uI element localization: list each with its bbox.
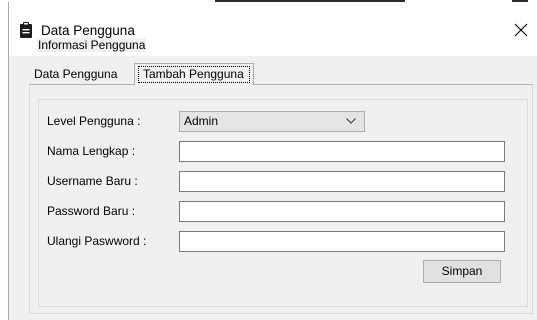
level-select[interactable]: Admin	[179, 111, 365, 132]
chevron-down-icon	[346, 118, 356, 124]
level-label: Level Pengguna :	[47, 114, 141, 128]
group-title: Informasi Pengguna	[37, 38, 147, 52]
close-icon	[514, 23, 528, 37]
close-button[interactable]	[507, 16, 535, 44]
simpan-button[interactable]: Simpan	[423, 260, 501, 283]
tab-tambah-pengguna[interactable]: Tambah Pengguna	[134, 63, 254, 85]
tab-label: Tambah Pengguna	[143, 67, 244, 81]
tab-data-pengguna[interactable]: Data Pengguna	[29, 65, 122, 85]
password-field[interactable]	[179, 201, 505, 222]
nama-lengkap-field[interactable]	[179, 141, 505, 162]
nama-label: Nama Lengkap :	[47, 144, 136, 158]
ulangi-password-label: Ulangi Paswword :	[47, 234, 147, 248]
clipboard-icon	[19, 22, 33, 38]
username-field[interactable]	[179, 171, 505, 192]
level-select-value: Admin	[184, 114, 219, 128]
username-label: Username Baru :	[47, 174, 138, 188]
dialog-window: Data Pengguna Data Pengguna Tambah Pengg…	[8, 2, 537, 320]
ulangi-password-field[interactable]	[179, 231, 505, 252]
password-label: Password Baru :	[47, 204, 136, 218]
tab-label: Data Pengguna	[34, 67, 118, 81]
window-title: Data Pengguna	[41, 23, 135, 38]
